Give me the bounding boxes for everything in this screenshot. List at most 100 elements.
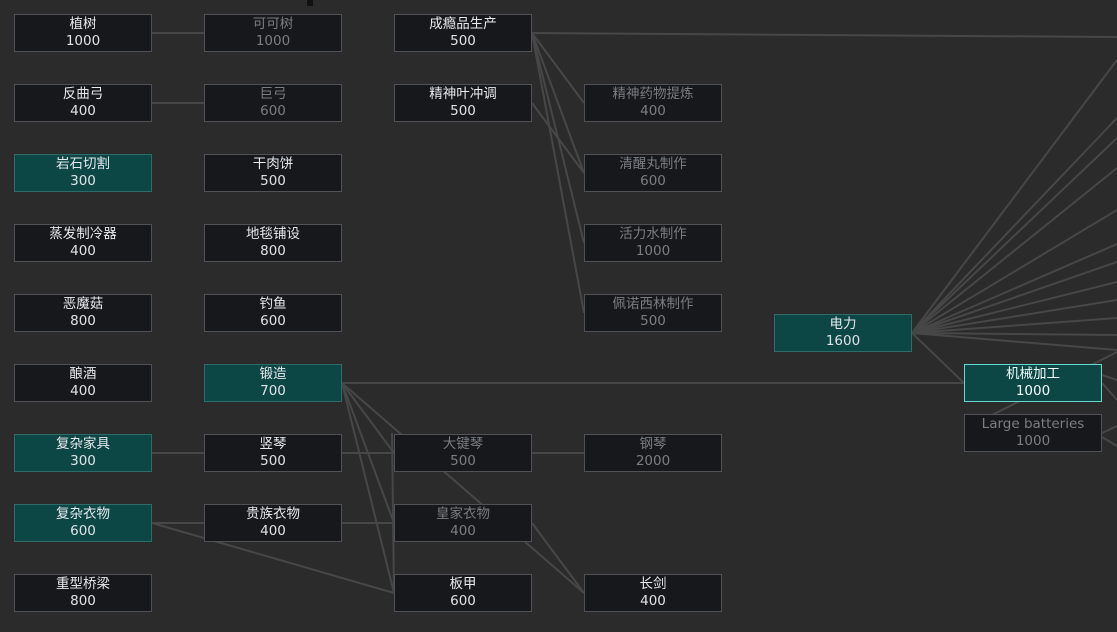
- research-name: 清醒丸制作: [619, 156, 687, 172]
- dependency-line: [341, 382, 395, 594]
- research-cost: 2000: [635, 453, 671, 469]
- dependency-line: [531, 522, 585, 594]
- research-name: 重型桥梁: [56, 576, 110, 592]
- research-node-large-batteries[interactable]: Large batteries 1000: [964, 414, 1102, 452]
- research-node-heavy-bridge[interactable]: 重型桥梁 800: [14, 574, 152, 612]
- dependency-line: [531, 102, 585, 174]
- research-node-wake-up[interactable]: 清醒丸制作 600: [584, 154, 722, 192]
- research-cost: 500: [450, 103, 476, 119]
- research-cost: 400: [260, 523, 286, 539]
- research-cost: 400: [70, 243, 96, 259]
- research-cost: 400: [640, 593, 666, 609]
- research-name: 锻造: [259, 366, 287, 382]
- research-name: 复杂家具: [56, 436, 110, 452]
- research-cost: 600: [260, 313, 286, 329]
- research-node-long-blades[interactable]: 长剑 400: [584, 574, 722, 612]
- research-node-passive-cooler[interactable]: 蒸发制冷器 400: [14, 224, 152, 262]
- research-cost: 500: [640, 313, 666, 329]
- research-node-smithing[interactable]: 锻造 700: [204, 364, 342, 402]
- research-cost: 1000: [635, 243, 671, 259]
- research-name: 蒸发制冷器: [49, 226, 117, 242]
- research-node-go-juice[interactable]: 活力水制作 1000: [584, 224, 722, 262]
- research-cost: 800: [260, 243, 286, 259]
- research-name: 机械加工: [1006, 366, 1060, 382]
- research-node-drug-production[interactable]: 成瘾品生产 500: [394, 14, 532, 52]
- research-name: 酿酒: [69, 366, 97, 382]
- research-name: 电力: [829, 316, 857, 332]
- dependency-line: [911, 137, 1117, 334]
- research-name: 巨弓: [259, 86, 287, 102]
- research-cost: 400: [70, 383, 96, 399]
- research-name: 地毯铺设: [246, 226, 300, 242]
- research-node-harpsichord[interactable]: 大键琴 500: [394, 434, 532, 472]
- research-name: 精神药物提炼: [612, 86, 694, 102]
- research-node-machining[interactable]: 机械加工 1000: [964, 364, 1102, 402]
- research-cost: 500: [450, 453, 476, 469]
- research-cost: 400: [640, 103, 666, 119]
- research-name: 成瘾品生产: [429, 16, 497, 32]
- dependency-line: [1101, 425, 1117, 434]
- research-tree: 植树 1000 反曲弓 400 岩石切割 300 蒸发制冷器 400 恶魔菇 800 酿酒 400 复杂…: [0, 0, 1117, 632]
- research-name: 皇家衣物: [436, 506, 490, 522]
- research-cost: 400: [450, 523, 476, 539]
- dependency-line: [911, 59, 1117, 334]
- research-cost: 500: [260, 173, 286, 189]
- research-node-greatbow[interactable]: 巨弓 600: [204, 84, 342, 122]
- research-cost: 500: [260, 453, 286, 469]
- research-node-piano[interactable]: 钢琴 2000: [584, 434, 722, 472]
- research-name: 植树: [69, 16, 97, 32]
- research-node-penoxycyline[interactable]: 佩诺西林制作 500: [584, 294, 722, 332]
- research-cost: 600: [70, 523, 96, 539]
- research-name: 精神叶冲调: [429, 86, 497, 102]
- research-node-carpets[interactable]: 地毯铺设 800: [204, 224, 342, 262]
- research-name: 贵族衣物: [246, 506, 300, 522]
- research-node-brewing[interactable]: 酿酒 400: [14, 364, 152, 402]
- research-node-plate-armor[interactable]: 板甲 600: [394, 574, 532, 612]
- dependency-line: [531, 32, 585, 314]
- research-cost: 1600: [825, 333, 861, 349]
- research-node-royal-apparel[interactable]: 皇家衣物 400: [394, 504, 532, 542]
- research-cost: 800: [70, 313, 96, 329]
- research-node-cocoa[interactable]: 可可树 1000: [204, 14, 342, 52]
- research-name: 恶魔菇: [62, 296, 104, 312]
- research-name: 复杂衣物: [56, 506, 110, 522]
- research-cost: 700: [260, 383, 286, 399]
- research-name: 钓鱼: [259, 296, 287, 312]
- research-node-electricity[interactable]: 电力 1600: [774, 314, 912, 352]
- research-cost: 300: [70, 173, 96, 189]
- research-node-harp[interactable]: 竖琴 500: [204, 434, 342, 472]
- dependency-line: [1101, 436, 1117, 447]
- research-node-complex-clothing[interactable]: 复杂衣物 600: [14, 504, 152, 542]
- research-node-noble-apparel[interactable]: 贵族衣物 400: [204, 504, 342, 542]
- research-node-complex-furniture[interactable]: 复杂家具 300: [14, 434, 152, 472]
- research-name: 钢琴: [639, 436, 667, 452]
- scroll-marker: [307, 0, 313, 6]
- dependency-line: [1101, 374, 1117, 381]
- research-name: 干肉饼: [252, 156, 294, 172]
- research-cost: 400: [70, 103, 96, 119]
- research-cost: 1000: [1015, 433, 1051, 449]
- research-node-pemmican[interactable]: 干肉饼 500: [204, 154, 342, 192]
- research-name: 活力水制作: [619, 226, 687, 242]
- research-node-recurve-bow[interactable]: 反曲弓 400: [14, 84, 152, 122]
- research-name: 佩诺西林制作: [612, 296, 694, 312]
- research-node-devilstrand[interactable]: 恶魔菇 800: [14, 294, 152, 332]
- dependency-line: [911, 209, 1117, 334]
- research-cost: 600: [450, 593, 476, 609]
- research-node-fishing[interactable]: 钓鱼 600: [204, 294, 342, 332]
- research-cost: 600: [640, 173, 666, 189]
- research-name: 岩石切割: [56, 156, 110, 172]
- research-node-stonecutting[interactable]: 岩石切割 300: [14, 154, 152, 192]
- research-dependency-lines: [151, 32, 1117, 594]
- research-node-psychoid-brewing[interactable]: 精神药物提炼 400: [584, 84, 722, 122]
- research-name: 大键琴: [442, 436, 484, 452]
- research-node-psychite-refining[interactable]: 精神叶冲调 500: [394, 84, 532, 122]
- dependency-line: [911, 332, 965, 384]
- research-cost: 1000: [65, 33, 101, 49]
- dependency-line: [531, 32, 1117, 38]
- research-cost: 1000: [1015, 383, 1051, 399]
- research-cost: 600: [260, 103, 286, 119]
- research-cost: 800: [70, 593, 96, 609]
- research-node-tree-sowing[interactable]: 植树 1000: [14, 14, 152, 52]
- dependency-line: [341, 382, 585, 594]
